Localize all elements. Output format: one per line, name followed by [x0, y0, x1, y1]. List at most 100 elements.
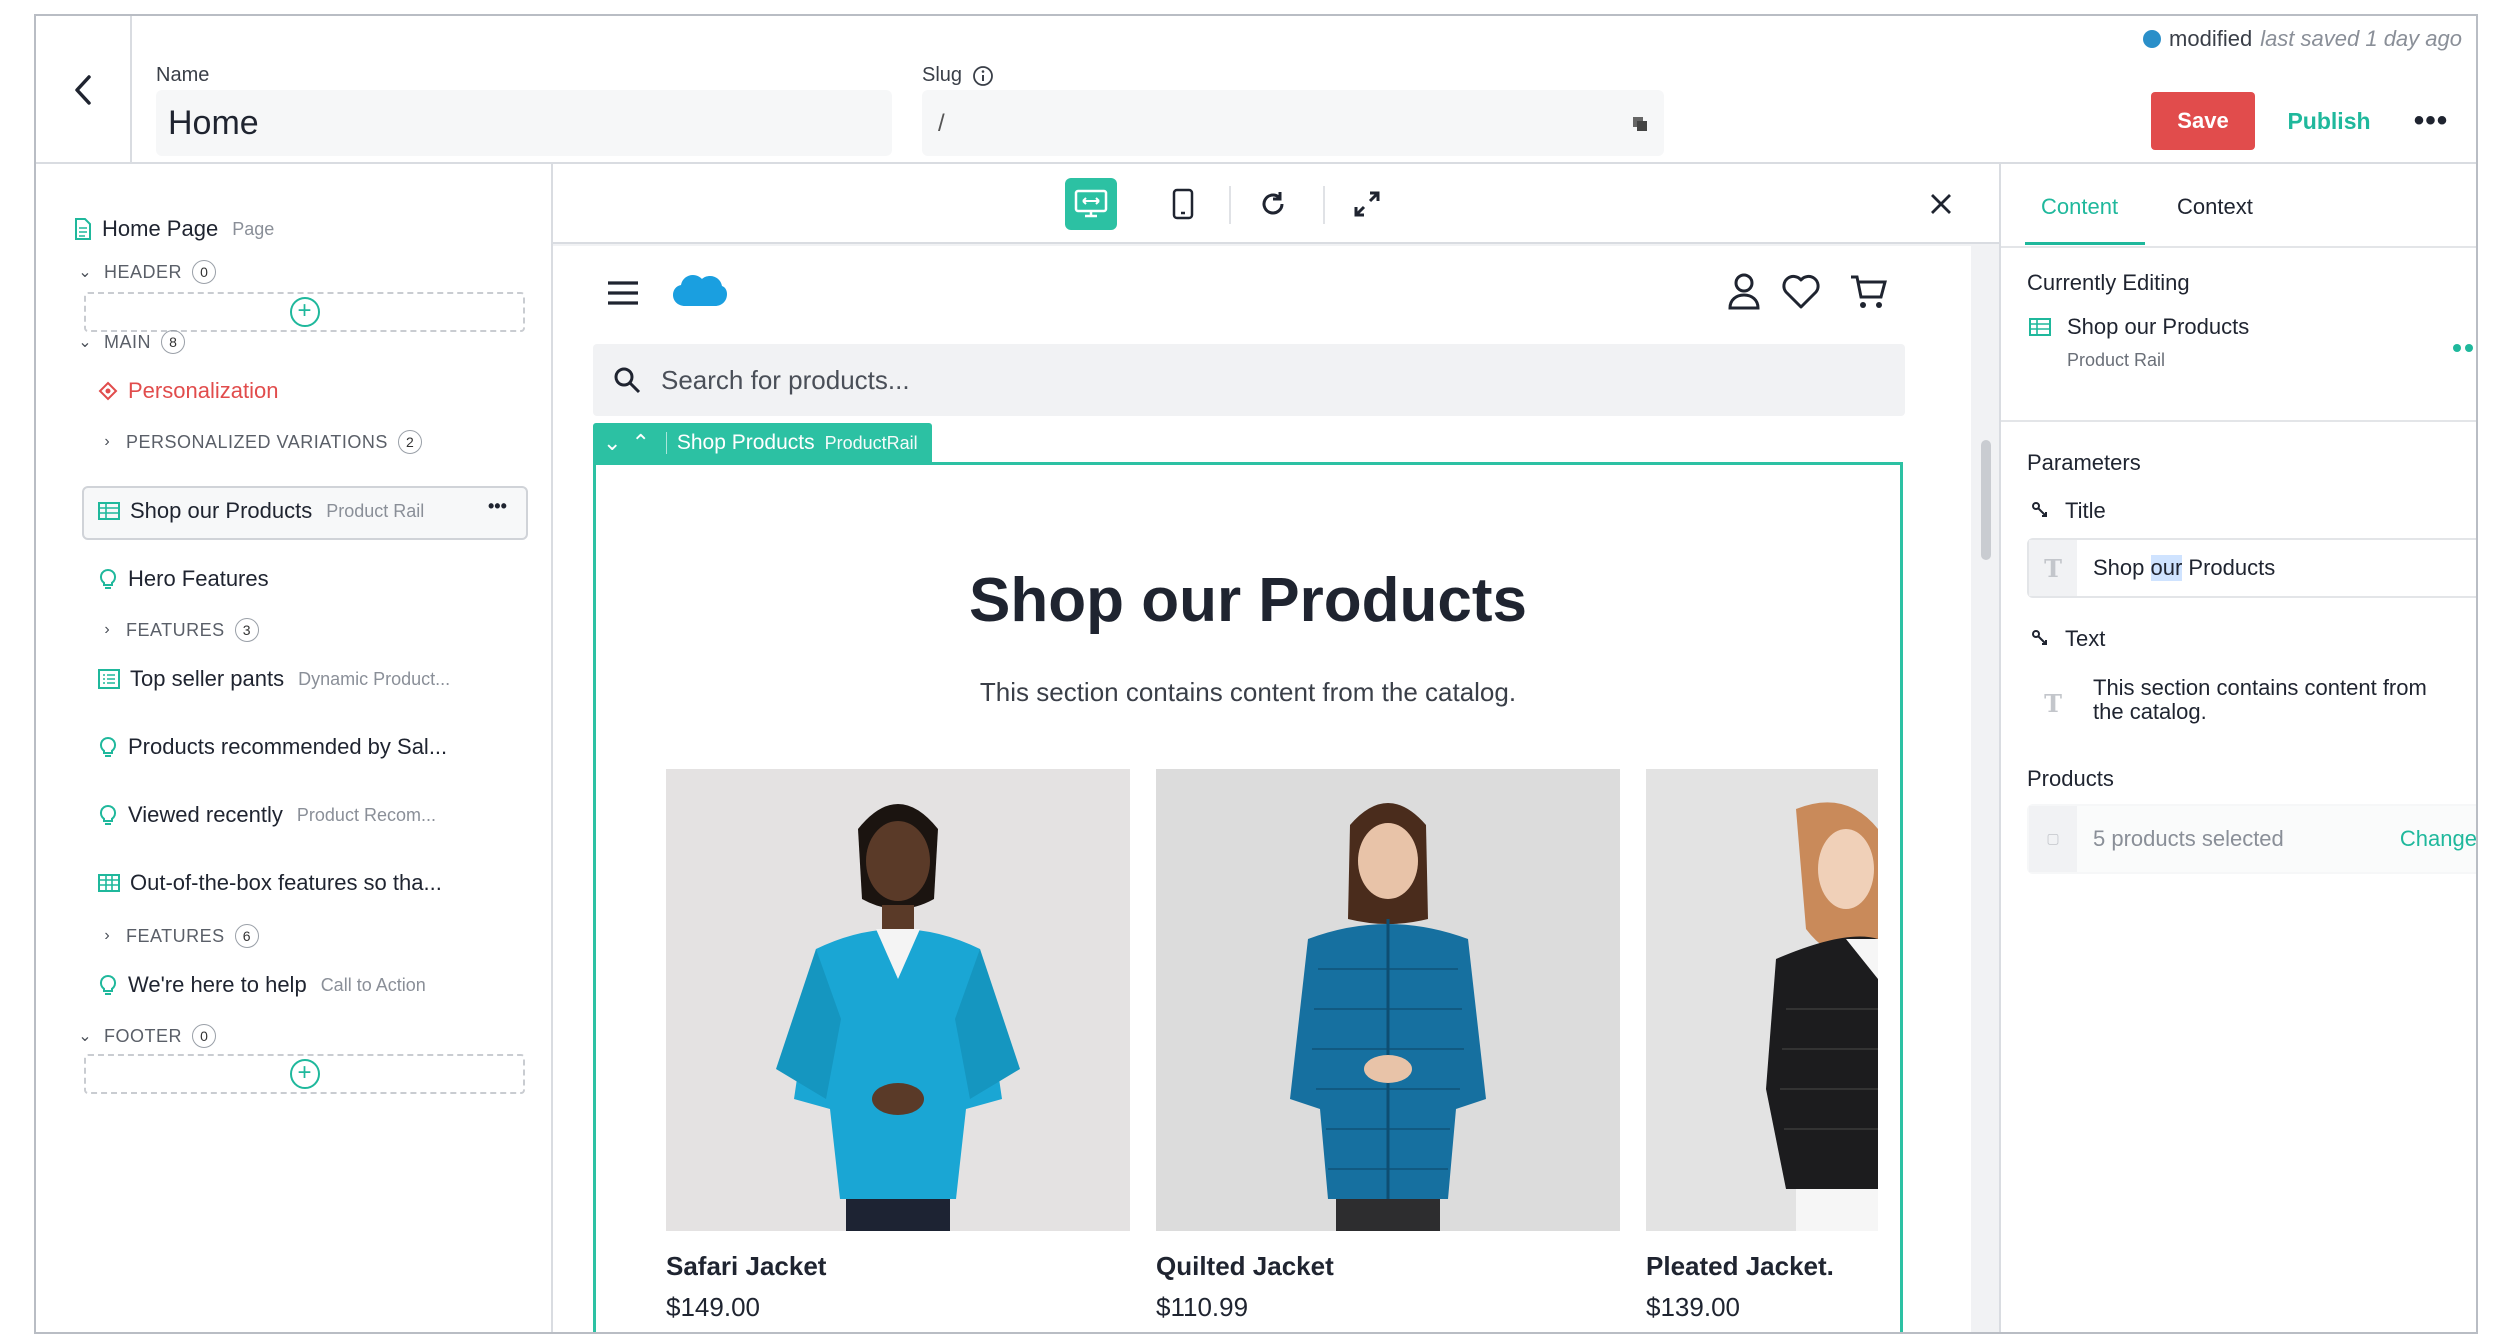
- name-label: Name: [156, 64, 210, 86]
- title-param-text: Title: [2065, 498, 2106, 523]
- active-tab-indicator: [2025, 242, 2145, 245]
- header-dropzone[interactable]: +: [84, 292, 525, 332]
- chevron-down-icon[interactable]: ⌄: [603, 430, 621, 456]
- component-tree: Home Page Page ⌄ HEADER 0 + ⌄ MAIN 8 Per…: [36, 164, 553, 1332]
- product-search-input[interactable]: Search for products...: [593, 344, 1905, 416]
- cart-icon[interactable]: [1849, 274, 1887, 310]
- product-name: Safari Jacket: [666, 1251, 827, 1281]
- slot-main[interactable]: ⌄ MAIN 8: [76, 330, 185, 354]
- tree-root-type: Page: [232, 218, 275, 239]
- slot-features-1[interactable]: › FEATURES 3: [98, 618, 259, 642]
- title-input[interactable]: T Shop our Products: [2027, 538, 2476, 598]
- copy-icon[interactable]: [1632, 116, 1648, 132]
- properties-panel: Content Context Currently Editing Shop o…: [2001, 164, 2478, 1332]
- save-button[interactable]: Save: [2151, 92, 2255, 150]
- product-price: $139.00: [1646, 1292, 1740, 1322]
- products-picker[interactable]: ▢ 5 products selected Change: [2027, 804, 2476, 874]
- product-rail-block[interactable]: Shop our Products This section contains …: [593, 462, 1903, 1332]
- chevron-left-icon: [75, 75, 91, 105]
- tree-root[interactable]: Home Page Page: [74, 216, 274, 242]
- text-type-icon: T: [2029, 540, 2077, 596]
- close-preview-button[interactable]: [1915, 178, 1967, 230]
- product-photo-pleated-jacket: [1646, 769, 1878, 1231]
- chevron-right-icon: ›: [104, 433, 110, 450]
- text-textarea[interactable]: T This section contains content from the…: [2027, 664, 2478, 742]
- tree-item-recommended[interactable]: Products recommended by Sal...: [98, 734, 447, 760]
- expand-icon: [1354, 191, 1380, 217]
- refresh-icon: [1262, 192, 1284, 215]
- title-text-selected: our: [2150, 555, 2183, 581]
- tree-item-viewed-type: Product Recom...: [296, 804, 436, 825]
- slot-footer[interactable]: ⌄ FOOTER 0: [76, 1024, 216, 1048]
- grid-icon: [98, 874, 120, 892]
- heart-icon[interactable]: [1781, 274, 1821, 310]
- preview-scrollbar[interactable]: [1981, 440, 1991, 560]
- tree-item-shop-type: Product Rail: [326, 500, 425, 521]
- resize-handle-icon[interactable]: [2477, 724, 2478, 736]
- product-card[interactable]: Safari Jacket $149.00: [666, 769, 1130, 1323]
- menu-dot: [2465, 344, 2473, 352]
- status-dot: [2143, 30, 2162, 48]
- salesforce-logo[interactable]: [671, 272, 727, 312]
- text-type-icon: T: [2029, 666, 2077, 740]
- product-card[interactable]: Pleated Jacket. $139.00: [1646, 769, 1878, 1323]
- product-name: Pleated Jacket.: [1646, 1251, 1834, 1281]
- more-options-button[interactable]: •••: [2406, 96, 2456, 146]
- mobile-icon: [1172, 188, 1194, 220]
- desktop-view-button[interactable]: [1065, 178, 1117, 230]
- tab-context[interactable]: Context: [2177, 194, 2253, 220]
- tab-content[interactable]: Content: [2041, 194, 2118, 220]
- slot-features-2-count: 6: [234, 924, 259, 948]
- chevron-down-icon: ⌄: [78, 334, 92, 351]
- hamburger-menu-icon[interactable]: [607, 280, 639, 306]
- block-tag-divider: [665, 432, 667, 454]
- menu-dot: [2453, 344, 2461, 352]
- name-input[interactable]: Home: [156, 90, 892, 156]
- tree-item-personalization[interactable]: Personalization: [98, 378, 278, 404]
- tree-item-viewed[interactable]: Viewed recently Product Recom...: [98, 802, 436, 828]
- save-status: modified last saved 1 day ago: [2143, 26, 2462, 52]
- block-tag[interactable]: ⌄ ⌃ Shop Products ProductRail: [593, 423, 932, 463]
- tree-item-help[interactable]: We're here to help Call to Action: [98, 972, 426, 998]
- section-divider: [2001, 420, 2476, 422]
- back-button[interactable]: [36, 16, 132, 164]
- title-input-value: Shop our Products: [2077, 540, 2291, 596]
- expand-button[interactable]: [1341, 178, 1393, 230]
- change-products-button[interactable]: Change: [2384, 806, 2476, 872]
- user-icon[interactable]: [1727, 272, 1761, 310]
- product-card[interactable]: Quilted Jacket $110.99: [1156, 769, 1620, 1323]
- last-saved-text: last saved 1 day ago: [2260, 26, 2462, 51]
- product-image[interactable]: [1156, 769, 1620, 1231]
- slot-header[interactable]: ⌄ HEADER 0: [76, 260, 217, 284]
- component-menu-button[interactable]: [2453, 344, 2476, 352]
- bulb-icon: [99, 974, 117, 995]
- slug-value: /: [938, 110, 945, 137]
- product-photo-safari-jacket: [666, 769, 1130, 1231]
- mobile-view-button[interactable]: [1157, 178, 1209, 230]
- tree-item-shop-more-button[interactable]: •••: [488, 496, 507, 517]
- product-image[interactable]: [666, 769, 1130, 1231]
- bulb-icon: [99, 804, 117, 825]
- close-icon: [1931, 194, 1951, 214]
- tree-item-ootb-label: Out-of-the-box features so tha...: [130, 870, 442, 895]
- tree-item-hero[interactable]: Hero Features: [98, 566, 269, 592]
- slot-personalized-count: 2: [397, 430, 422, 454]
- slot-features-2[interactable]: › FEATURES 6: [98, 924, 259, 948]
- slot-personalized-variations[interactable]: › PERSONALIZED VARIATIONS 2: [98, 430, 422, 454]
- slug-input[interactable]: /: [922, 90, 1664, 156]
- product-image[interactable]: [1646, 769, 1878, 1231]
- tree-item-viewed-label: Viewed recently: [128, 802, 283, 827]
- info-icon[interactable]: [972, 65, 994, 87]
- refresh-button[interactable]: [1247, 178, 1299, 230]
- editing-component: Shop our Products Product Rail: [2029, 314, 2249, 371]
- add-component-icon: +: [289, 1059, 320, 1089]
- chevron-right-icon: ›: [104, 621, 110, 638]
- tree-item-shop[interactable]: Shop our Products Product Rail: [98, 498, 424, 524]
- toolbar-divider: [1229, 186, 1231, 224]
- tree-item-ootb[interactable]: Out-of-the-box features so tha...: [98, 870, 442, 896]
- chevron-up-icon[interactable]: ⌃: [631, 430, 649, 456]
- tree-item-top-seller[interactable]: Top seller pants Dynamic Product...: [98, 666, 450, 692]
- tree-item-hero-label: Hero Features: [128, 566, 269, 591]
- footer-dropzone[interactable]: +: [84, 1054, 525, 1094]
- publish-button[interactable]: Publish: [2279, 92, 2379, 150]
